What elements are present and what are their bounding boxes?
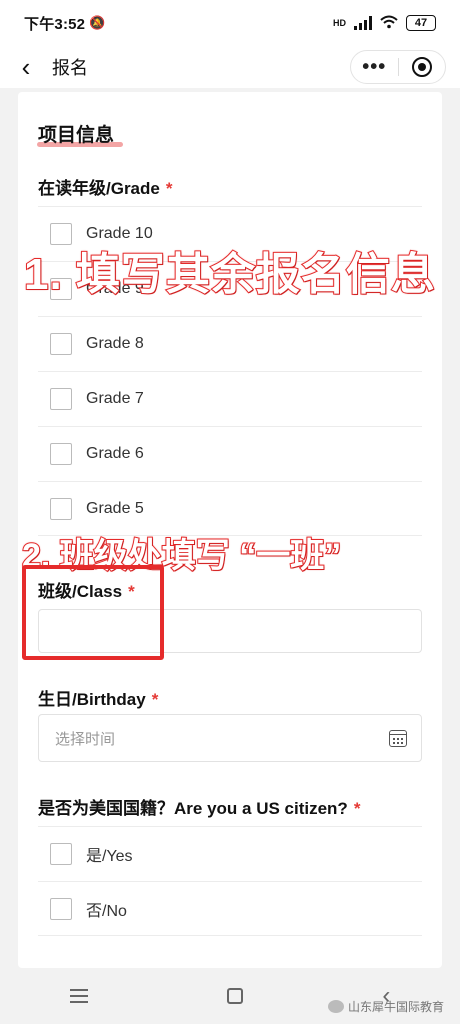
hd-label: HD	[333, 18, 346, 28]
chevron-left-icon[interactable]: ‹	[6, 52, 46, 83]
signal-icon	[354, 16, 372, 30]
birthday-label-text: 生日/Birthday	[38, 690, 146, 709]
citizen-option-yes[interactable]: 是/Yes	[38, 826, 422, 881]
annotation-highlight-box	[22, 565, 164, 660]
hamburger-menu-icon[interactable]	[69, 989, 88, 1003]
checkbox[interactable]	[50, 843, 72, 865]
more-dots-icon[interactable]: •••	[351, 52, 398, 82]
status-bar: 下午3:52 🔕 HD 47	[0, 0, 460, 46]
checkbox[interactable]	[50, 333, 72, 355]
mini-program-capsule: •••	[350, 50, 446, 84]
option-label: Grade 7	[86, 390, 144, 407]
grade-label-text: 在读年级/Grade	[38, 179, 160, 198]
wifi-icon	[380, 15, 398, 32]
calendar-icon[interactable]	[389, 729, 407, 747]
status-icons: HD 47	[333, 15, 436, 32]
bell-mute-icon: 🔕	[89, 15, 106, 30]
status-time: 下午3:52	[24, 15, 86, 33]
annotation-step-1: 1. 填写其余报名信息	[23, 249, 436, 300]
checkbox[interactable]	[50, 443, 72, 465]
grade-label: 在读年级/Grade *	[38, 174, 172, 199]
section-title: 项目信息	[38, 125, 115, 146]
option-label: 否/No	[86, 902, 127, 920]
watermark: 山东犀牛国际教育	[327, 998, 444, 1015]
option-label: Grade 6	[86, 445, 144, 462]
wechat-icon	[327, 1000, 344, 1013]
checkbox[interactable]	[50, 497, 72, 520]
birthday-date-picker[interactable]: 选择时间	[38, 714, 422, 762]
battery-indicator: 47	[406, 15, 436, 31]
page-title: 报名	[52, 58, 88, 78]
nav-bar: ‹ 报名 •••	[0, 46, 460, 88]
birthday-label: 生日/Birthday *	[38, 685, 158, 710]
grade-option-7[interactable]: Grade 7	[38, 371, 422, 426]
checkbox[interactable]	[50, 388, 72, 410]
option-label: 是/Yes	[86, 848, 133, 865]
checkbox[interactable]	[50, 897, 72, 920]
grade-option-8[interactable]: Grade 8	[38, 316, 422, 371]
system-nav-bar: ‹	[0, 968, 460, 1024]
citizen-label: 是否为美国国籍？Are you a US citizen? *	[38, 794, 360, 819]
required-mark: *	[151, 690, 159, 709]
option-label: Grade 5	[86, 499, 144, 517]
circle-target-icon[interactable]	[399, 57, 446, 77]
citizen-option-no[interactable]: 否/No	[38, 881, 422, 936]
option-label: Grade 8	[86, 335, 144, 352]
required-mark: *	[165, 179, 173, 198]
required-mark: *	[353, 799, 361, 818]
date-placeholder: 选择时间	[55, 730, 116, 748]
square-home-icon[interactable]	[226, 988, 243, 1004]
watermark-text: 山东犀牛国际教育	[347, 1000, 444, 1014]
grade-option-6[interactable]: Grade 6	[38, 426, 422, 481]
citizen-label-text: 是否为美国国籍？Are you a US citizen?	[38, 799, 348, 818]
